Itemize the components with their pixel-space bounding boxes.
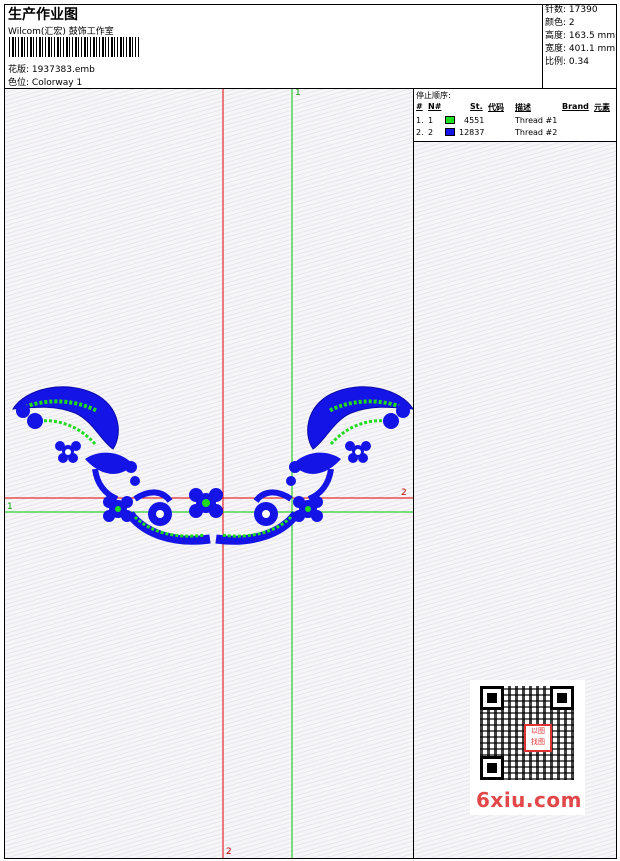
design-file-value: 1937383.emb xyxy=(31,65,95,75)
stop-sequence-header: 停止顺序: # N# St. 代码 描述 Brand 元素 1. 1 4551 … xyxy=(414,89,616,142)
col-index: # xyxy=(416,102,423,111)
page-title: 生产作业图 xyxy=(8,7,78,23)
green-vertical-label: 1 xyxy=(295,89,301,98)
colorway-label: 色位: xyxy=(8,78,30,88)
color-count: 颜色: 2 xyxy=(545,18,575,28)
embroidery-left-half xyxy=(12,386,211,545)
colorway-value: Colorway 1 xyxy=(31,78,83,88)
design-canvas[interactable]: 1 1 2 2 xyxy=(5,89,413,858)
red-horizontal-label: 2 xyxy=(401,488,407,498)
col-stitches: St. xyxy=(470,102,483,111)
col-code: 代码 xyxy=(488,103,504,112)
col-needle: N# xyxy=(428,102,442,111)
watermark-text: 6xiu.com xyxy=(476,788,582,812)
color-swatch xyxy=(445,116,455,124)
stop-sequence-heading: 停止顺序: xyxy=(416,91,451,100)
col-brand: Brand xyxy=(562,102,589,111)
col-element: 元素 xyxy=(594,103,610,112)
design-file-row: 花版: 1937383.emb xyxy=(8,62,95,75)
design-scale: 比例: 0.34 xyxy=(545,57,589,67)
design-width: 宽度: 401.1 mm xyxy=(545,44,616,54)
embroidery-preview xyxy=(5,89,413,858)
barcode xyxy=(9,37,139,57)
design-file-label: 花版: xyxy=(8,65,30,75)
stitch-count: 针数: 17390 xyxy=(545,5,598,15)
qr-stamp: 以图 找图 xyxy=(524,724,552,752)
design-height: 高度: 163.5 mm xyxy=(545,31,616,41)
green-horizontal-label: 1 xyxy=(7,502,13,512)
color-swatch xyxy=(445,128,455,136)
red-vertical-label: 2 xyxy=(226,847,232,857)
watermark-logo: 以图 找图 6xiu.com xyxy=(470,680,585,815)
company-name: Wilcom(汇宏) 鼓饰工作室 xyxy=(8,27,114,37)
col-description: 描述 xyxy=(515,103,531,112)
colorway-row: 色位: Colorway 1 xyxy=(8,75,82,88)
embroidery-right-half xyxy=(216,387,413,540)
design-stats: 针数: 17390 颜色: 2 高度: 163.5 mm 宽度: 401.1 m… xyxy=(542,4,617,88)
qr-code: 以图 找图 xyxy=(480,686,574,780)
